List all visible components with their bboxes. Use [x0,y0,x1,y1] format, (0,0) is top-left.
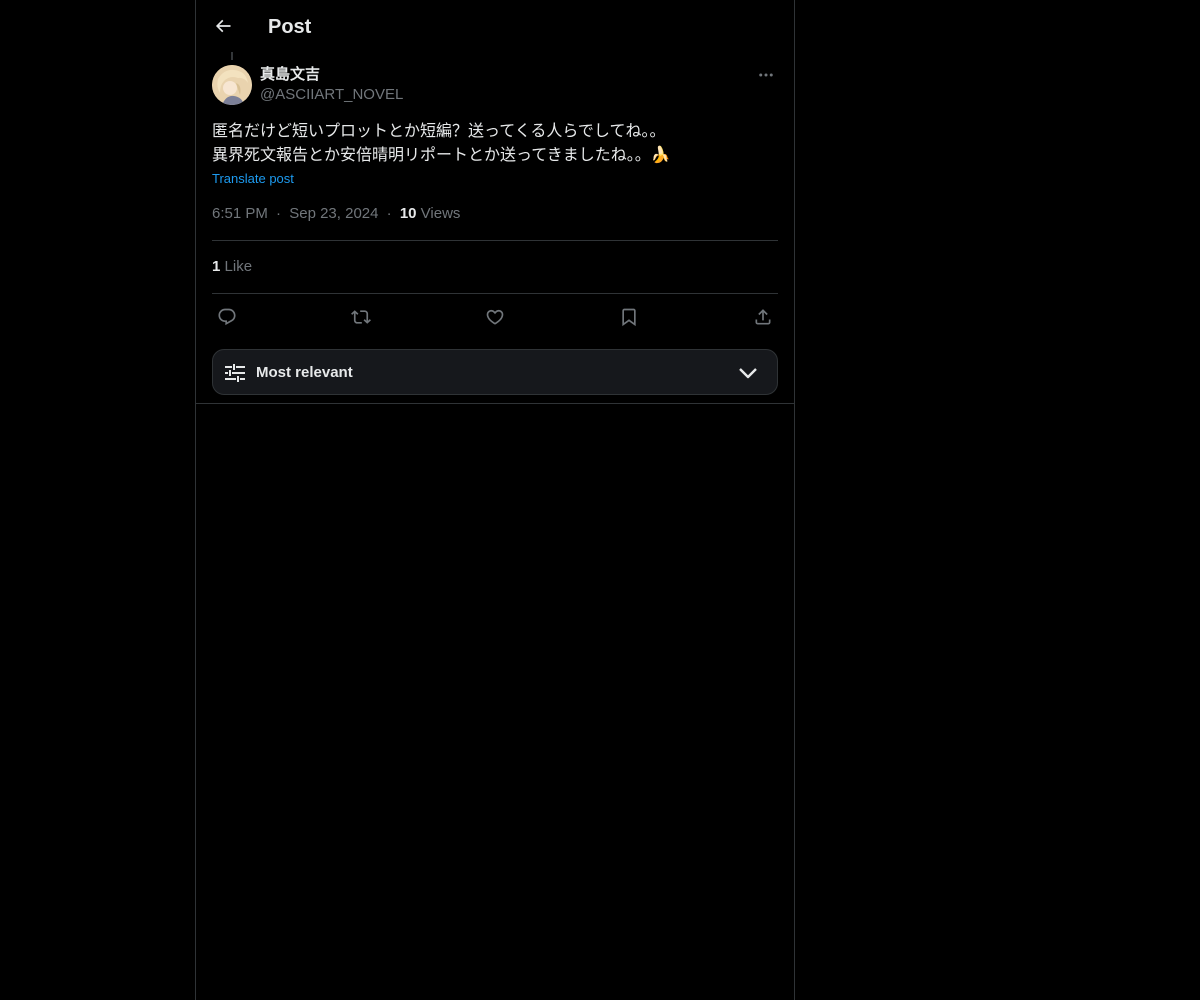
arrow-left-icon [215,19,231,33]
main-column: Post 真島文吉 @ASCIIART_NOVEL 匿名だけど短いプロットとか短… [195,0,795,1000]
post-text-line-2: 異界死文報告とか安倍晴明リポートとか送ってきましたね。。🍌 [212,145,671,164]
avatar[interactable] [212,65,252,105]
post-metadata: 6:51 PM · Sep 23, 2024 · 10 Views [212,204,460,224]
likes-count: 1 [212,258,221,275]
share-icon [755,309,771,325]
meta-separator: · [386,205,392,222]
page-header: Post [196,0,794,53]
translate-post-link[interactable]: Translate post [212,170,294,188]
views-label: Views [420,205,461,222]
heart-icon [486,309,504,325]
likes-label: Like [224,258,253,275]
divider [212,240,778,241]
like-button[interactable] [480,304,510,330]
author-display-name[interactable]: 真島文吉 [260,65,320,85]
share-button[interactable] [748,304,778,330]
more-options-button[interactable] [754,64,778,86]
section-divider [196,403,794,404]
more-horizontal-icon [759,73,773,77]
divider [212,293,778,294]
author-handle[interactable]: @ASCIIART_NOVEL [260,85,403,105]
post-time[interactable]: 6:51 PM [212,205,268,222]
reply-icon [218,308,236,326]
chevron-down-icon [739,368,757,379]
sort-label: Most relevant [256,364,353,381]
post-actions-bar [212,304,778,330]
bookmark-icon [622,308,636,327]
avatar-image [212,65,252,105]
sliders-icon [225,364,245,382]
meta-separator: · [276,205,282,222]
repost-icon [351,310,371,324]
back-button[interactable] [206,9,240,43]
reply-button[interactable] [212,304,242,330]
page-title: Post [268,16,312,38]
thread-connector-line [231,52,233,60]
bookmark-button[interactable] [614,304,644,330]
likes-summary[interactable]: 1 Like [212,257,252,277]
repost-button[interactable] [346,304,376,330]
post-text: 匿名だけど短いプロットとか短編？送ってくる人らでしてね。。 異界死文報告とか安倍… [212,119,778,167]
views-count: 10 [399,205,417,222]
post-date[interactable]: Sep 23, 2024 [289,205,378,222]
post-text-line-1: 匿名だけど短いプロットとか短編？送ってくる人らでしてね。。 [212,121,666,140]
reply-sort-dropdown[interactable]: Most relevant [212,349,778,395]
